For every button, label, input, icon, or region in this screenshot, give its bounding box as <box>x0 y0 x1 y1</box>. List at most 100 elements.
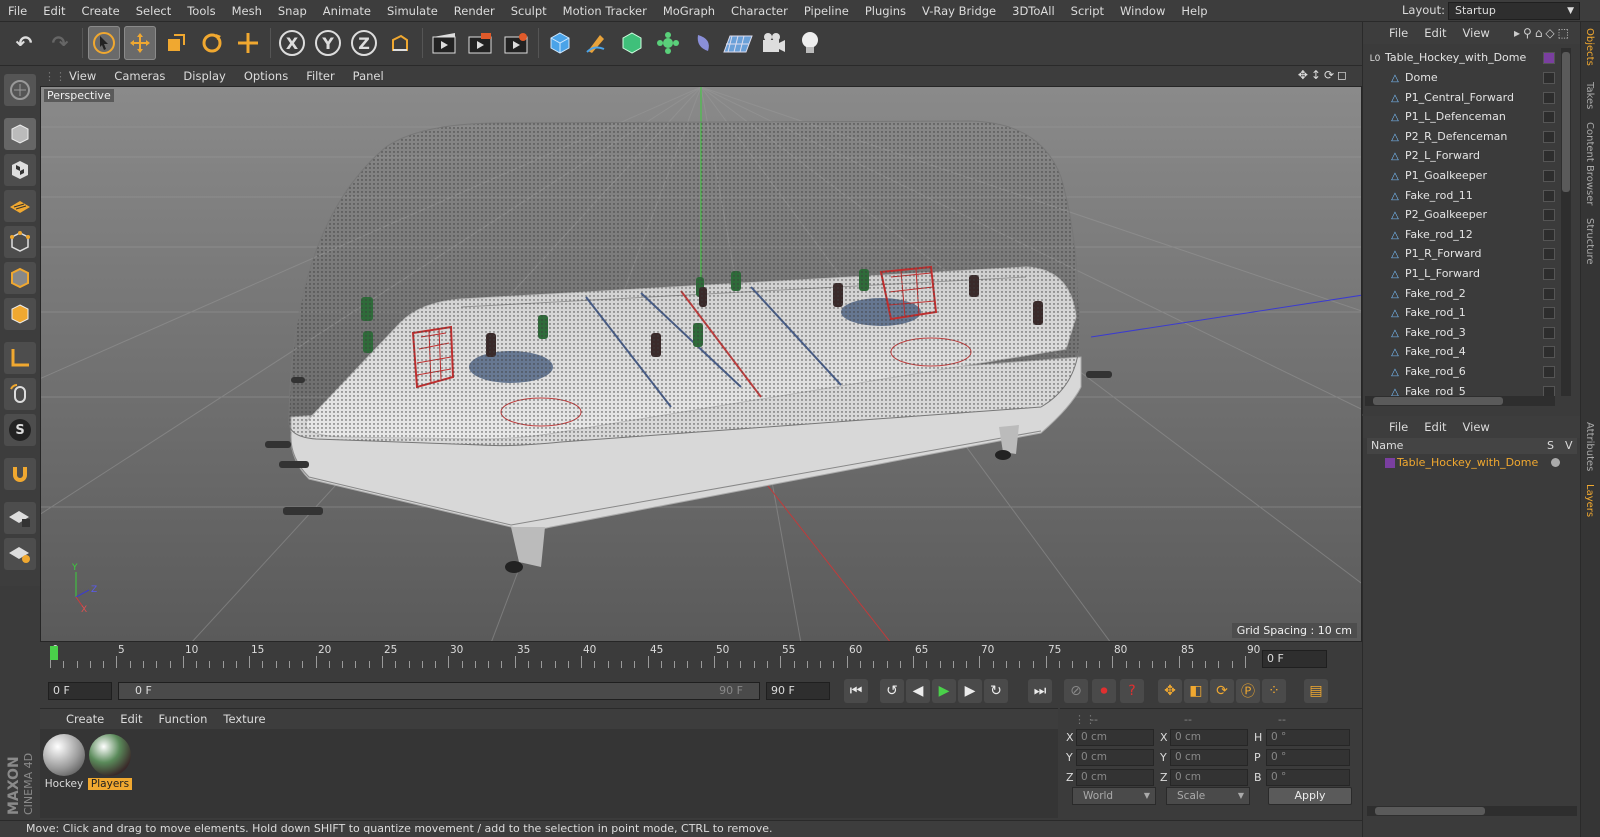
light-icon[interactable] <box>794 26 826 60</box>
object-row[interactable]: △ Fake_rod_2 <box>1367 284 1557 304</box>
play-icon[interactable]: ▶ <box>932 679 956 703</box>
menu-script[interactable]: Script <box>1063 0 1112 22</box>
workplane-mode-icon[interactable] <box>4 190 36 222</box>
menu-animate[interactable]: Animate <box>315 0 379 22</box>
menu-help[interactable]: Help <box>1173 0 1215 22</box>
prev-frame-icon[interactable]: ◀ <box>906 679 930 703</box>
transform-icon[interactable] <box>232 26 264 60</box>
menu-create[interactable]: Create <box>74 0 128 22</box>
axis-z-icon[interactable]: Z <box>348 26 380 60</box>
tweak-mode-icon[interactable] <box>4 378 36 410</box>
deformer-icon[interactable] <box>688 26 720 60</box>
end-frame-field[interactable]: 90 F <box>766 682 830 700</box>
world-coords-icon[interactable] <box>384 26 416 60</box>
subdivision-icon[interactable] <box>616 26 648 60</box>
visibility-toggle-icon[interactable] <box>1543 228 1555 241</box>
object-tree-hscrollbar[interactable] <box>1365 396 1555 406</box>
menu-window[interactable]: Window <box>1112 0 1173 22</box>
axis-mode-icon[interactable] <box>4 342 36 374</box>
key-param-icon[interactable]: Ⓟ <box>1236 679 1260 703</box>
size-z-field[interactable]: 0 cm <box>1170 769 1248 786</box>
tab-layers[interactable]: Layers <box>1584 484 1595 517</box>
material-menu-edit[interactable]: Edit <box>112 712 150 726</box>
material-menu-function[interactable]: Function <box>151 712 216 726</box>
menu-select[interactable]: Select <box>128 0 179 22</box>
apply-button[interactable]: Apply <box>1268 787 1352 805</box>
record-icon[interactable]: ⏺ <box>1092 679 1116 703</box>
perspective-viewport[interactable]: Y Z X Perspective Grid Spacing : 10 cm <box>40 86 1362 642</box>
material-menu-texture[interactable]: Texture <box>215 712 273 726</box>
object-tree-vscrollbar[interactable] <box>1561 48 1571 396</box>
visibility-toggle-icon[interactable] <box>1543 326 1555 339</box>
timeline-window-icon[interactable]: ▤ <box>1304 679 1328 703</box>
object-row[interactable]: △ P1_Central_Forward <box>1367 88 1557 108</box>
tab-structure[interactable]: Structure <box>1584 218 1595 265</box>
move-icon[interactable] <box>124 26 156 60</box>
viewport-nav-icons[interactable]: ✥↕⟳◻ <box>1298 68 1350 82</box>
object-row[interactable]: △ Fake_rod_1 <box>1367 303 1557 323</box>
key-position-icon[interactable]: ✥ <box>1158 679 1182 703</box>
object-row[interactable]: △ P2_R_Defenceman <box>1367 127 1557 147</box>
size-y-field[interactable]: 0 cm <box>1170 749 1248 766</box>
size-x-field[interactable]: 0 cm <box>1170 729 1248 746</box>
menu-edit[interactable]: Edit <box>35 0 73 22</box>
magnet-icon[interactable] <box>4 458 36 490</box>
menu-tools[interactable]: Tools <box>179 0 223 22</box>
object-row[interactable]: △ P1_L_Forward <box>1367 264 1557 284</box>
layer-row[interactable]: Table_Hockey_with_Dome <box>1367 454 1577 472</box>
object-manager-tools-icons[interactable]: ▸⚲⌂◇⬚ <box>1514 26 1572 40</box>
layer-color-swatch[interactable] <box>1385 458 1395 468</box>
goto-start-icon[interactable]: ⏮ <box>844 679 868 703</box>
visibility-toggle-icon[interactable] <box>1543 287 1555 300</box>
preview-range-slider[interactable]: 0 F 90 F <box>118 682 760 700</box>
rotation-b-field[interactable]: 0 ° <box>1266 769 1350 786</box>
object-row[interactable]: △ P1_R_Forward <box>1367 244 1557 264</box>
object-row[interactable]: △ P1_L_Defenceman <box>1367 107 1557 127</box>
menu-character[interactable]: Character <box>723 0 796 22</box>
visibility-toggle-icon[interactable] <box>1543 307 1555 320</box>
key-pla-icon[interactable]: ⁘ <box>1262 679 1286 703</box>
polygons-mode-icon[interactable] <box>4 298 36 330</box>
menu-vray-bridge[interactable]: V-Ray Bridge <box>914 0 1004 22</box>
make-editable-icon[interactable] <box>4 74 36 106</box>
material-players[interactable]: Players <box>88 733 132 791</box>
menu-motion-tracker[interactable]: Motion Tracker <box>555 0 655 22</box>
object-row[interactable]: △ Dome <box>1367 68 1557 88</box>
viewport-camera-label[interactable]: Perspective <box>44 89 114 102</box>
next-frame-icon[interactable]: ▶ <box>958 679 982 703</box>
material-menu-create[interactable]: Create <box>58 712 112 726</box>
current-frame-field[interactable]: 0 F <box>1262 650 1327 668</box>
locked-workplane-icon[interactable] <box>4 502 36 534</box>
object-row[interactable]: △ Fake_rod_11 <box>1367 186 1557 206</box>
object-menu-edit[interactable]: Edit <box>1416 26 1454 40</box>
camera-icon[interactable] <box>758 26 790 60</box>
cube-icon[interactable] <box>544 26 576 60</box>
object-menu-file[interactable]: File <box>1381 26 1416 40</box>
visibility-toggle-icon[interactable] <box>1543 189 1555 202</box>
redo-icon[interactable]: ↷ <box>44 26 76 60</box>
object-row[interactable]: △ P1_Goalkeeper <box>1367 166 1557 186</box>
goto-end-icon[interactable]: ⏭ <box>1028 679 1052 703</box>
visibility-toggle-icon[interactable] <box>1543 91 1555 104</box>
viewport-menu-cameras[interactable]: Cameras <box>105 69 174 83</box>
tab-content-browser[interactable]: Content Browser <box>1584 122 1595 205</box>
select-arrow-icon[interactable] <box>88 26 120 60</box>
coord-scale-select[interactable]: Scale ▼ <box>1166 787 1250 805</box>
layer-menu-edit[interactable]: Edit <box>1416 420 1454 434</box>
layer-solo-toggle[interactable] <box>1551 458 1560 467</box>
visibility-toggle-icon[interactable] <box>1543 346 1555 359</box>
render-settings-icon[interactable] <box>500 26 532 60</box>
edges-mode-icon[interactable] <box>4 262 36 294</box>
keyframe-lock-icon[interactable]: ⊘ <box>1064 679 1088 703</box>
rotation-p-field[interactable]: 0 ° <box>1266 749 1350 766</box>
visibility-toggle-icon[interactable] <box>1543 268 1555 280</box>
visibility-toggle-icon[interactable] <box>1543 111 1555 124</box>
object-row[interactable]: △ Fake_rod_12 <box>1367 225 1557 245</box>
cloner-icon[interactable] <box>652 26 684 60</box>
timeline-ruler[interactable]: 051015202530354045505560657075808590 <box>40 644 1362 674</box>
menu-3dtoall[interactable]: 3DToAll <box>1004 0 1063 22</box>
layer-color-tag[interactable] <box>1543 52 1555 64</box>
visibility-toggle-icon[interactable] <box>1543 209 1555 222</box>
snap-icon[interactable]: S <box>4 414 36 446</box>
autokey-icon[interactable]: ? <box>1120 679 1144 703</box>
